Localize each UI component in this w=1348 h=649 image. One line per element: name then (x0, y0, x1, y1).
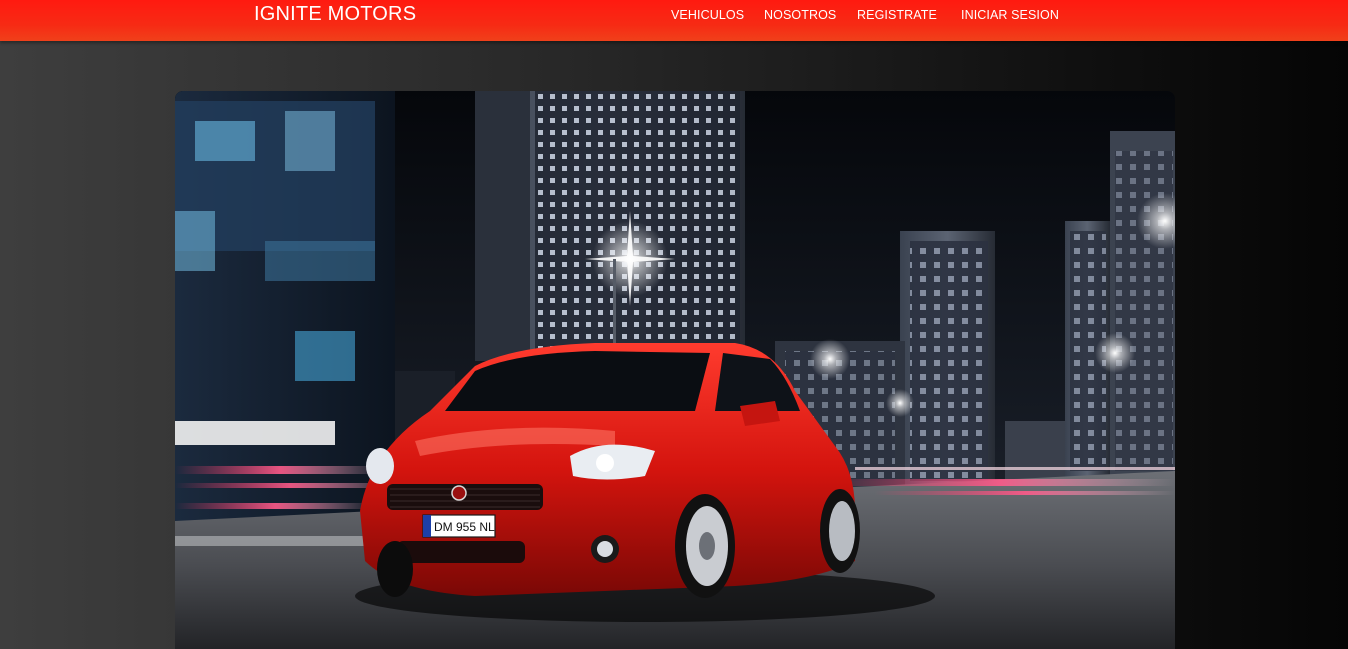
top-navbar: IGNITE MOTORS VEHICULOS NOSOTROS REGISTR… (0, 0, 1348, 41)
brand-logo[interactable]: IGNITE MOTORS (254, 3, 416, 26)
nav-link-registrate[interactable]: REGISTRATE (857, 8, 937, 22)
nav-link-nosotros[interactable]: NOSOTROS (764, 8, 836, 22)
hero-banner-image: DM 955 NL (175, 91, 1175, 649)
hero-car-city-night-image: DM 955 NL (175, 91, 1175, 649)
nav-link-iniciar-sesion[interactable]: INICIAR SESION (961, 8, 1059, 22)
license-plate-text: DM 955 NL (434, 520, 495, 534)
nav-link-vehiculos[interactable]: VEHICULOS (671, 8, 744, 22)
